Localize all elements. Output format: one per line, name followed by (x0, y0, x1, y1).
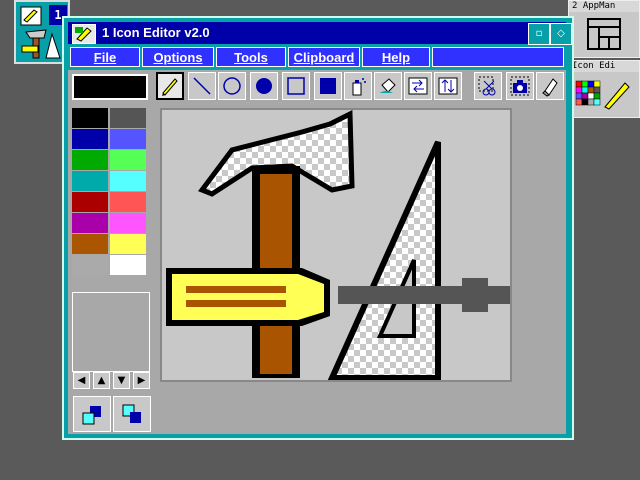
palette-swatch[interactable] (72, 213, 108, 233)
palette-swatch[interactable] (72, 234, 108, 254)
spray-tool-button[interactable] (344, 72, 372, 100)
menu-clipboard[interactable]: Clipboard (288, 47, 360, 67)
pencil-icon (162, 78, 178, 96)
camera-icon (510, 76, 530, 96)
scroll-right-icon[interactable]: ▶ (133, 372, 150, 389)
flip-arrows-icon (438, 77, 458, 95)
line-tool-button[interactable] (188, 72, 216, 100)
palette-swatch[interactable] (110, 129, 146, 149)
icon-editor-small-icon (20, 6, 42, 26)
rectangle-tool-button[interactable] (282, 72, 310, 100)
palette-swatch[interactable] (110, 234, 146, 254)
color-palette (72, 108, 152, 282)
appman-panel[interactable]: 2 AppMan (568, 0, 640, 58)
foreground-color-icon (82, 406, 101, 425)
icon-preview (72, 292, 150, 372)
hammer-screwdriver-icon (21, 29, 61, 59)
title-bar[interactable]: 1 Icon Editor v2.0 ▫ ◇ (68, 22, 572, 45)
system-menu-icon[interactable] (72, 24, 96, 44)
editor-client-area: ◀ ▲ ▼ ▶ (68, 70, 566, 434)
drawing-canvas[interactable] (160, 108, 512, 382)
minimize-icon[interactable]: ▫ (528, 23, 550, 45)
swap-tool-button[interactable] (404, 72, 432, 100)
palette-swatch[interactable] (110, 171, 146, 191)
circle-tool-button[interactable] (218, 72, 246, 100)
rectangle-icon (287, 77, 305, 95)
palette-pencil-icon (575, 80, 630, 110)
icon-editor-window: 1 Icon Editor v2.0 ▫ ◇ File Options Tool… (62, 16, 574, 440)
eraser-tool-button[interactable] (536, 72, 564, 100)
circle-icon (223, 77, 241, 95)
menu-file[interactable]: File (70, 47, 140, 67)
window-title: 1 Icon Editor v2.0 (102, 25, 210, 40)
menu-help[interactable]: Help (362, 47, 430, 67)
filled-rectangle-tool-button[interactable] (314, 72, 342, 100)
paint-bucket-icon (380, 78, 396, 93)
flip-tool-button[interactable] (434, 72, 462, 100)
menu-bar-fill (432, 47, 564, 67)
swap-arrows-icon (408, 77, 428, 95)
menu-tools[interactable]: Tools (216, 47, 286, 67)
scroll-up-icon[interactable]: ▲ (93, 372, 110, 389)
background-color-button[interactable] (113, 396, 151, 432)
filled-circle-icon (256, 78, 272, 94)
icon-editor-panel[interactable]: Icon Edi (568, 60, 640, 118)
icon-editor-caption: Icon Edi (569, 61, 639, 72)
palette-swatch[interactable] (72, 108, 108, 128)
palette-swatch[interactable] (72, 255, 108, 275)
maximize-icon[interactable]: ◇ (550, 23, 572, 45)
scroll-down-icon[interactable]: ▼ (113, 372, 130, 389)
current-color-box (72, 74, 148, 100)
appman-icon (587, 18, 621, 50)
hammer-screwdriver-icon (166, 110, 510, 380)
pencil-tool-button[interactable] (156, 72, 184, 100)
fill-tool-button[interactable] (374, 72, 402, 100)
scissors-icon (478, 76, 496, 96)
palette-swatch[interactable] (72, 129, 108, 149)
cut-tool-button[interactable] (474, 72, 502, 100)
menu-options[interactable]: Options (142, 47, 214, 67)
palette-swatch[interactable] (110, 150, 146, 170)
filled-circle-tool-button[interactable] (250, 72, 278, 100)
palette-swatch[interactable] (110, 108, 146, 128)
eraser-icon (542, 78, 558, 97)
spray-can-icon (352, 78, 366, 96)
palette-swatch[interactable] (72, 192, 108, 212)
palette-swatch[interactable] (72, 150, 108, 170)
scroll-left-icon[interactable]: ◀ (73, 372, 90, 389)
palette-swatch[interactable] (110, 255, 146, 275)
appman-caption: 2 AppMan (569, 1, 639, 12)
palette-swatch[interactable] (110, 213, 146, 233)
palette-swatch[interactable] (110, 192, 146, 212)
palette-swatch[interactable] (72, 171, 108, 191)
background-color-icon (122, 404, 141, 423)
snapshot-tool-button[interactable] (506, 72, 534, 100)
foreground-color-button[interactable] (73, 396, 111, 432)
line-icon (193, 77, 211, 95)
filled-rectangle-icon (320, 78, 336, 94)
menu-bar: File Options Tools Clipboard Help (68, 46, 566, 68)
